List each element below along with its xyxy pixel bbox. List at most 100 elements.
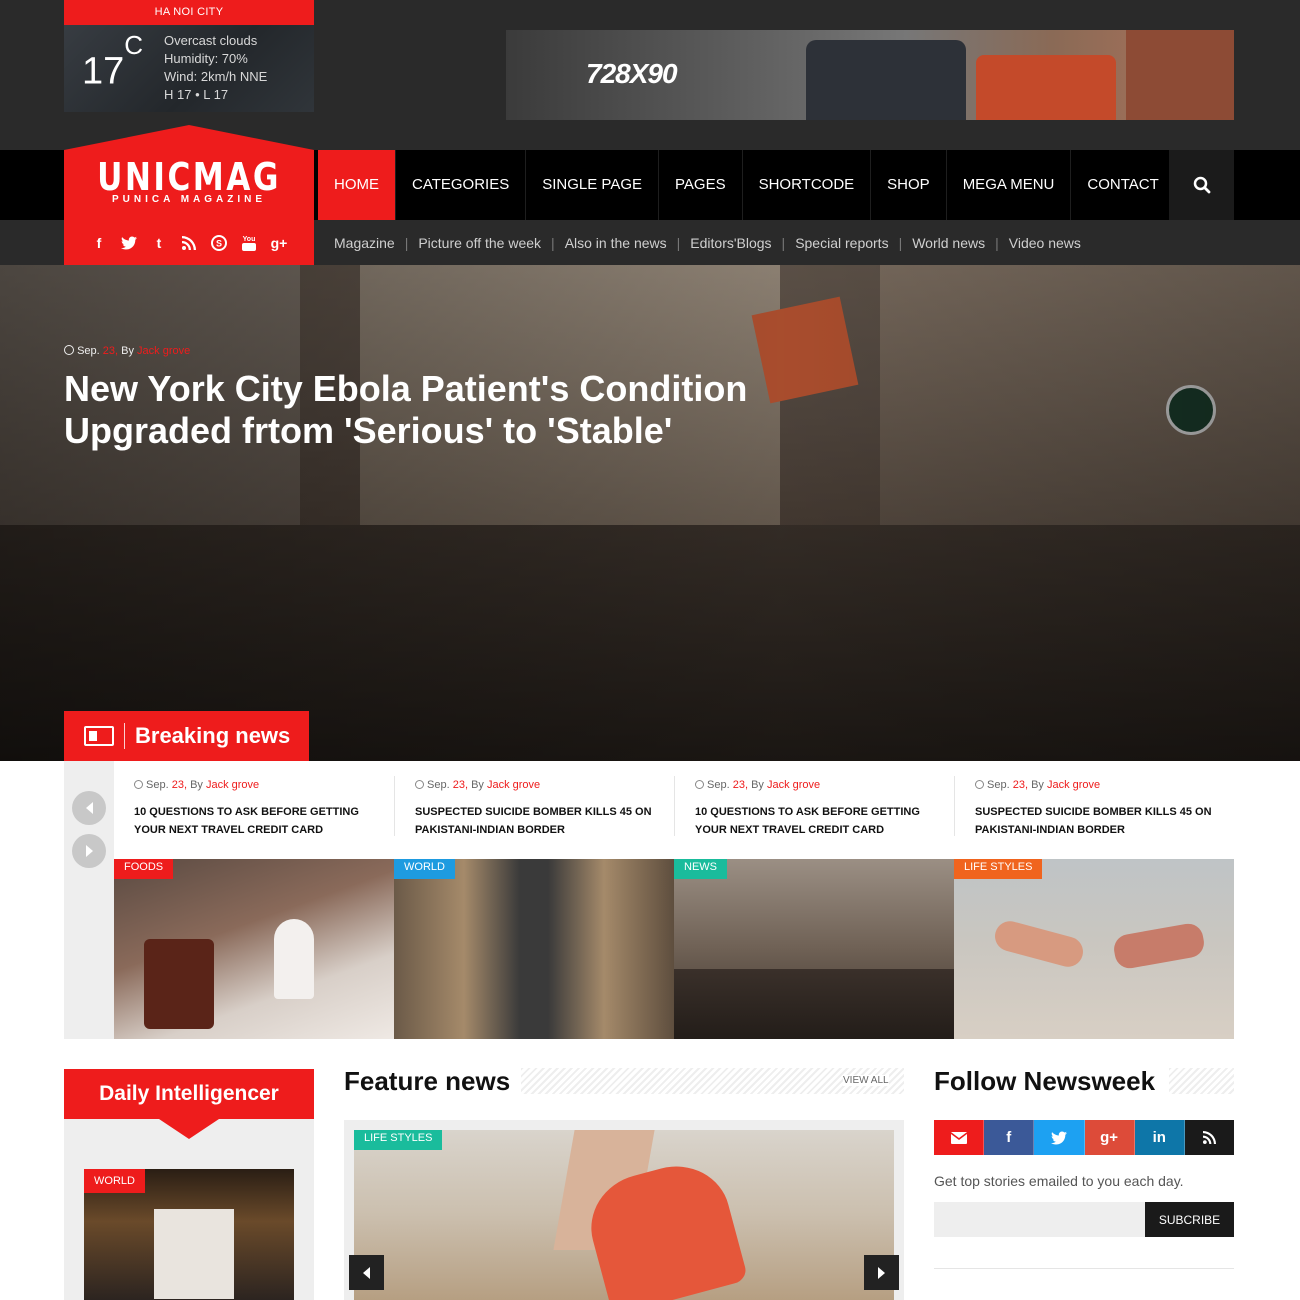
breaking-news-label: Breaking news <box>135 723 291 748</box>
hero-title[interactable]: New York City Ebola Patient's Condition … <box>64 368 824 452</box>
logo-name: UNICMAG <box>97 155 281 199</box>
weather-widget: HA NOI CITY 17C Overcast clouds Humidity… <box>64 0 314 112</box>
page: HA NOI CITY 17C Overcast clouds Humidity… <box>0 0 1300 1300</box>
weather-temp: 17C <box>82 30 144 93</box>
youtube-icon[interactable]: You <box>239 233 259 253</box>
weather-details: Overcast clouds Humidity: 70% Wind: 2km/… <box>164 32 267 104</box>
menu-item-contact[interactable]: CONTACT <box>1071 150 1176 220</box>
arrow-right-icon <box>878 1266 885 1279</box>
google-plus-icon[interactable]: g+ <box>1084 1120 1135 1155</box>
category-badge[interactable]: FOODS <box>114 859 174 879</box>
sublink-picture-of-week[interactable]: Picture off the week <box>418 235 541 251</box>
weather-wind: Wind: 2km/h NNE <box>164 69 268 84</box>
author-link[interactable]: Jack grove <box>767 779 820 791</box>
hero-meta: Sep. 23, By Jack grove <box>64 345 190 357</box>
ad-label: 728X90 <box>586 58 678 89</box>
google-plus-icon[interactable]: g+ <box>269 233 289 253</box>
breaking-item[interactable]: Sep. 23, By Jack grove 10 questions to a… <box>675 761 955 859</box>
facebook-icon[interactable]: f <box>89 233 109 253</box>
search-icon <box>1193 176 1210 194</box>
author-link[interactable]: Jack grove <box>206 779 259 791</box>
svg-text:S: S <box>216 238 222 248</box>
linkedin-icon[interactable]: in <box>1134 1120 1185 1155</box>
rss-icon[interactable] <box>179 233 199 253</box>
search-button[interactable] <box>1169 150 1234 220</box>
arrow-left-icon <box>363 1266 370 1279</box>
email-icon[interactable] <box>934 1120 985 1155</box>
category-badge[interactable]: WORLD <box>394 859 455 879</box>
newsletter-text: Get top stories emailed to you each day. <box>934 1173 1184 1189</box>
weather-condition: Overcast clouds <box>164 33 258 48</box>
daily-intelligencer-title: Daily Intelligencer <box>64 1069 314 1119</box>
menu-item-pages[interactable]: PAGES <box>659 150 743 220</box>
view-all-link[interactable]: VIEW ALL <box>843 1075 889 1086</box>
breaking-item[interactable]: Sep. 23, By Jack grove Suspected suicide… <box>955 761 1235 859</box>
skype-icon[interactable]: S <box>209 233 229 253</box>
sublink-also-in-news[interactable]: Also in the news <box>565 235 667 251</box>
follow-icons: f g+ in <box>934 1120 1235 1155</box>
author-link[interactable]: Jack grove <box>1047 779 1100 791</box>
feature-next-button[interactable] <box>864 1255 899 1290</box>
twitter-icon[interactable] <box>119 233 139 253</box>
facebook-icon[interactable]: f <box>984 1120 1035 1155</box>
hero-author-link[interactable]: Jack grove <box>137 345 190 357</box>
weather-range: H 17 • L 17 <box>164 87 229 102</box>
menu-item-home[interactable]: HOME <box>318 150 396 220</box>
breaking-item-title[interactable]: 10 questions to ask before getting your … <box>134 803 374 839</box>
menu-item-mega-menu[interactable]: MEGA MENU <box>946 150 1072 220</box>
site-logo[interactable]: UNICMAG PUNICA MAGAZINE <box>64 125 314 220</box>
menu-item-shortcode[interactable]: SHORTCODE <box>742 150 872 220</box>
newspaper-icon <box>84 726 114 746</box>
thumb-life-styles[interactable]: LIFE STYLES <box>954 859 1234 1039</box>
category-badge[interactable]: LIFE STYLES <box>354 1130 443 1150</box>
clock-icon <box>695 780 704 789</box>
sublink-magazine[interactable]: Magazine <box>334 235 395 251</box>
menu-item-shop[interactable]: SHOP <box>871 150 947 220</box>
breaking-item-title[interactable]: 10 questions to ask before getting your … <box>695 803 935 839</box>
breaking-item[interactable]: Sep. 23, By Jack grove 10 questions to a… <box>114 761 394 859</box>
sublink-special-reports[interactable]: Special reports <box>795 235 888 251</box>
menu-item-categories[interactable]: CATEGORIES <box>396 150 527 220</box>
clock-icon <box>64 345 74 355</box>
clock-icon <box>415 780 424 789</box>
category-badge[interactable]: WORLD <box>84 1169 145 1193</box>
main-menu: HOME CATEGORIES SINGLE PAGE PAGES SHORTC… <box>318 150 1176 220</box>
arrow-right-icon <box>85 845 93 857</box>
feature-prev-button[interactable] <box>349 1255 384 1290</box>
rss-icon[interactable] <box>1184 1120 1235 1155</box>
breaking-item-title[interactable]: Suspected suicide bomber kills 45 on pak… <box>975 803 1215 839</box>
feature-news-title: Feature news <box>344 1066 511 1096</box>
breaking-prev-button[interactable] <box>72 791 106 825</box>
ad-banner[interactable]: 728X90 <box>506 30 1234 120</box>
follow-title: Follow Newsweek <box>934 1066 1156 1096</box>
weather-humidity: Humidity: 70% <box>164 51 248 66</box>
clock-icon <box>975 780 984 789</box>
daily-thumb[interactable]: WORLD <box>84 1169 294 1300</box>
author-link[interactable]: Jack grove <box>487 779 540 791</box>
tumblr-icon[interactable]: t <box>149 233 169 253</box>
secondary-links: Magazine | Picture off the week | Also in … <box>334 234 1081 251</box>
breaking-item[interactable]: Sep. 23, By Jack grove Suspected suicide… <box>395 761 675 859</box>
category-badge[interactable]: LIFE STYLES <box>954 859 1043 879</box>
weather-city: HA NOI CITY <box>64 0 314 25</box>
breaking-news-header: Breaking news <box>64 711 309 761</box>
email-field[interactable] <box>934 1202 1145 1237</box>
thumb-foods[interactable]: FOODS <box>114 859 394 1039</box>
thumb-world[interactable]: WORLD <box>394 859 674 1039</box>
sublink-editors-blogs[interactable]: Editors'Blogs <box>690 235 771 251</box>
subscribe-button[interactable]: SUBCRIBE <box>1145 1202 1234 1237</box>
category-badge[interactable]: NEWS <box>674 859 727 879</box>
twitter-icon[interactable] <box>1034 1120 1085 1155</box>
menu-item-single-page[interactable]: SINGLE PAGE <box>526 150 660 220</box>
breaking-item-title[interactable]: Suspected suicide bomber kills 45 on pak… <box>415 803 655 839</box>
daily-intelligencer-widget: Daily Intelligencer WORLD <box>64 1069 314 1300</box>
social-links: f t S You g+ <box>64 220 314 265</box>
breaking-next-button[interactable] <box>72 834 106 868</box>
thumb-news[interactable]: NEWS <box>674 859 954 1039</box>
hero-image[interactable] <box>0 265 1300 761</box>
feature-image[interactable]: LIFE STYLES <box>354 1130 894 1300</box>
sublink-world-news[interactable]: World news <box>912 235 985 251</box>
sublink-video-news[interactable]: Video news <box>1009 235 1081 251</box>
svg-text:You: You <box>243 236 256 243</box>
arrow-left-icon <box>85 802 93 814</box>
